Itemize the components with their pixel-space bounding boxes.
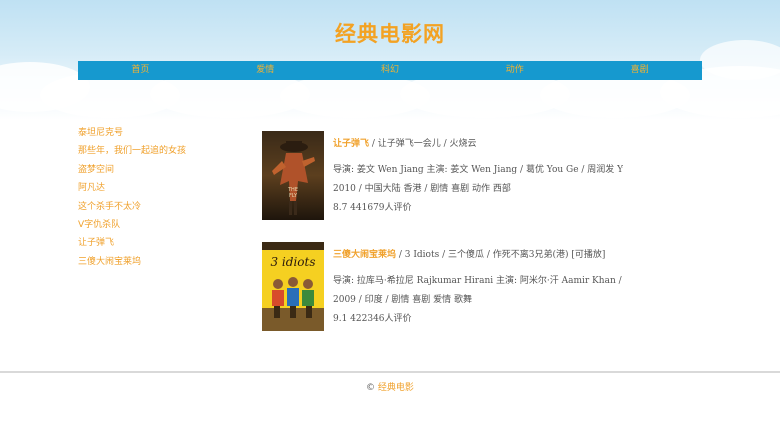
movie-meta: 2010 / 中国大陆 香港 / 剧情 喜剧 动作 西部 [333,184,511,194]
sidebar-link-you-are-the-apple[interactable]: 那些年，我们一起追的女孩 [78,142,238,160]
movie-alt-titles: / 3 Idiots / 三个傻瓜 / 作死不离3兄弟(港) [可播放] [396,250,606,260]
footer: © 经典电影 [0,380,780,393]
movie-staff: 导演: 姜文 Wen Jiang 主演: 姜文 Wen Jiang / 葛优 Y… [333,165,623,175]
movie-info: 让子弹飞 / 让子弹飞一会儿 / 火烧云 导演: 姜文 Wen Jiang 主演… [333,131,623,214]
movie-info: 三傻大闹宝莱坞 / 3 Idiots / 三个傻瓜 / 作死不离3兄弟(港) [… [333,242,623,325]
nav-item-comedy[interactable]: 喜剧 [577,61,702,80]
movie-poster[interactable]: 3 idiots [262,242,324,331]
movie-title-link[interactable]: 让子弹飞 [333,139,369,149]
movie-staff: 导演: 拉库马·希拉尼 Rajkumar Hirani 主演: 阿米尔·汗 Aa… [333,276,623,286]
sidebar-link-3-idiots[interactable]: 三傻大闹宝莱坞 [78,253,238,271]
site-title: 经典电影网 [335,22,445,46]
sidebar-link-v-for-vendetta[interactable]: V字仇杀队 [78,216,238,234]
movie-meta: 2009 / 印度 / 剧情 喜剧 爱情 歌舞 [333,295,472,305]
sidebar: 泰坦尼克号 那些年，我们一起追的女孩 盗梦空间 阿凡达 这个杀手不太冷 V字仇杀… [78,124,238,271]
main-nav: 首页 爱情 科幻 动作 喜剧 [78,61,702,80]
copyright-symbol: © [366,383,376,393]
sidebar-link-titanic[interactable]: 泰坦尼克号 [78,124,238,142]
movie-alt-titles: / 让子弹飞一会儿 / 火烧云 [369,139,477,149]
sidebar-link-avatar[interactable]: 阿凡达 [78,179,238,197]
sidebar-link-let-the-bullets-fly[interactable]: 让子弹飞 [78,234,238,252]
movie-rating: 9.1 422346人评价 [333,314,412,324]
sidebar-link-leon[interactable]: 这个杀手不太冷 [78,198,238,216]
sidebar-link-inception[interactable]: 盗梦空间 [78,161,238,179]
svg-text:3 idiots: 3 idiots [270,255,315,269]
footer-link[interactable]: 经典电影 [378,383,414,393]
svg-text:FLY: FLY [289,193,298,199]
footer-divider [0,371,780,373]
movie-rating: 8.7 441679人评价 [333,203,412,213]
movie-title-line: 让子弹飞 / 让子弹飞一会儿 / 火烧云 [333,138,623,150]
nav-item-home[interactable]: 首页 [78,61,203,80]
nav-item-scifi[interactable]: 科幻 [328,61,453,80]
nav-item-romance[interactable]: 爱情 [203,61,328,80]
nav-item-action[interactable]: 动作 [452,61,577,80]
movie-title-line: 三傻大闹宝莱坞 / 3 Idiots / 三个傻瓜 / 作死不离3兄弟(港) [… [333,249,623,261]
movie-poster[interactable]: THE FLY [262,131,324,220]
movie-title-link[interactable]: 三傻大闹宝莱坞 [333,250,396,260]
